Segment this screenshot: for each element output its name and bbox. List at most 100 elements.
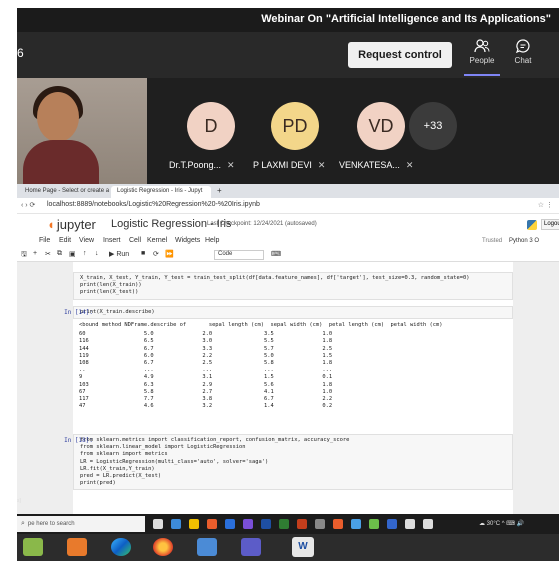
- menu-insert[interactable]: Insert: [103, 237, 121, 244]
- menu-kernel[interactable]: Kernel: [147, 237, 167, 244]
- paste-icon[interactable]: ▣: [69, 250, 76, 258]
- host-dock: W: [17, 534, 559, 561]
- jupyter-logo-text: jupyter: [56, 217, 96, 232]
- browser-tab-notebook[interactable]: Logistic Regression - Iris - Jupyt: [111, 186, 211, 198]
- checkpoint-status: Last Checkpoint: 12/24/2021 (autosaved): [207, 221, 317, 227]
- save-icon[interactable]: 🖫: [21, 250, 27, 261]
- chrome-icon[interactable]: [207, 519, 217, 529]
- code-line: print(len(X_test)): [80, 289, 139, 296]
- word-taskbar-icon[interactable]: [261, 519, 271, 529]
- jupyter-toolbar: 🖫 + ✂ ⧉ ▣ ↑ ↓ ▶ Run ■ ⟳ ⏩ Code ⌨: [17, 248, 559, 262]
- output-line: 47 4.6 3.2 1.4 0.2: [79, 403, 333, 410]
- chat-button[interactable]: Chat: [505, 36, 541, 76]
- cell-prompt: In [18]:: [64, 437, 93, 444]
- restart-icon[interactable]: ⟳: [153, 250, 159, 258]
- menu-file[interactable]: File: [39, 237, 50, 244]
- system-tray[interactable]: ☁ 30°C ^ ⌨ 🔊: [479, 520, 524, 527]
- insert-cell-icon[interactable]: +: [33, 250, 37, 257]
- output-line: 117 7.7 3.8 6.7 2.2: [79, 396, 333, 403]
- temperature-text: 30°C: [486, 521, 501, 527]
- cell-input[interactable]: from sklearn.metrics import classificati…: [73, 434, 513, 491]
- menu-edit[interactable]: Edit: [59, 237, 71, 244]
- code-line: from sklearn import metrics: [80, 451, 168, 458]
- cut-icon[interactable]: ✂: [45, 250, 51, 258]
- meeting-timer: 6: [17, 46, 24, 60]
- participant-name: Dr.T.Poong... ✕: [169, 160, 255, 171]
- app-taskbar-icon[interactable]: [423, 519, 433, 529]
- taskbar-search[interactable]: ⌕ pe here to search: [17, 516, 145, 532]
- code-cell[interactable]: X_train, X_test, Y_train, Y_test = train…: [73, 272, 513, 300]
- participant-name-text: Dr.T.Poong...: [169, 160, 222, 170]
- task-view-icon[interactable]: [153, 519, 163, 529]
- teams-meeting-window: Webinar On "Artificial Intelligence and …: [17, 8, 559, 561]
- output-line: .. ... ... ... ...: [79, 367, 333, 374]
- code-line: from sklearn.linear_model import Logisti…: [80, 444, 246, 451]
- edge-dock-icon[interactable]: [111, 538, 131, 556]
- teams-taskbar-icon[interactable]: [243, 519, 253, 529]
- app-dock-icon[interactable]: [23, 538, 43, 556]
- mic-muted-icon: ✕: [317, 160, 326, 170]
- app-taskbar-icon[interactable]: [369, 519, 379, 529]
- code-line: print(len(X_train)): [80, 282, 142, 289]
- word-dock-icon[interactable]: W: [292, 537, 314, 557]
- app-taskbar-icon[interactable]: [405, 519, 415, 529]
- mic-muted-icon: ✕: [405, 160, 414, 170]
- browser-actions-icon[interactable]: ☆ ⋮: [538, 201, 553, 209]
- menu-view[interactable]: View: [79, 237, 94, 244]
- cell-input[interactable]: X_train, X_test, Y_train, Y_test = train…: [73, 272, 513, 300]
- teams-dock-icon[interactable]: [241, 538, 261, 556]
- cell-input[interactable]: print(X_train.describe): [73, 306, 513, 320]
- output-line: 144 6.7 3.3 5.7 2.5: [79, 345, 333, 352]
- move-down-icon[interactable]: ↓: [95, 250, 99, 257]
- store-icon[interactable]: [225, 519, 235, 529]
- menu-widgets[interactable]: Widgets: [175, 237, 200, 244]
- teams-title-bar: Webinar On "Artificial Intelligence and …: [17, 8, 559, 32]
- cell-type-select[interactable]: Code: [214, 250, 264, 260]
- output-line: 67 5.8 2.7 4.1 1.0: [79, 388, 333, 395]
- participant-tile[interactable]: PD P LAXMI DEVI ✕: [253, 78, 339, 184]
- chrome-dock-icon[interactable]: [197, 538, 217, 556]
- excel-taskbar-icon[interactable]: [279, 519, 289, 529]
- mic-muted-icon: ✕: [227, 160, 235, 170]
- menu-cell[interactable]: Cell: [129, 237, 141, 244]
- app-taskbar-icon[interactable]: [351, 519, 361, 529]
- more-participants-badge[interactable]: +33: [409, 102, 457, 150]
- request-control-button[interactable]: Request control: [348, 42, 452, 68]
- new-tab-button[interactable]: +: [215, 186, 227, 198]
- app-taskbar-icon[interactable]: [315, 519, 325, 529]
- file-explorer-icon[interactable]: [189, 519, 199, 529]
- notebook-area: X_train, X_test, Y_train, Y_test = train…: [17, 262, 559, 514]
- run-button[interactable]: ▶ Run: [109, 250, 129, 258]
- meeting-title: Webinar On "Artificial Intelligence and …: [261, 13, 551, 25]
- trusted-indicator[interactable]: Trusted: [482, 238, 502, 244]
- restart-run-all-icon[interactable]: ⏩: [165, 250, 174, 258]
- jupyter-logo-icon: ◖: [47, 217, 55, 232]
- code-cell[interactable]: In [14]: print(X_train.describe): [64, 306, 513, 320]
- edge-icon[interactable]: [171, 519, 181, 529]
- code-cell[interactable]: In [18]: from sklearn.metrics import cla…: [64, 434, 513, 491]
- windows-taskbar: ⌕ pe here to search ☁ 30°C ^ ⌨ 🔊: [17, 514, 559, 534]
- command-palette-icon[interactable]: ⌨: [271, 250, 281, 258]
- menu-help[interactable]: Help: [205, 237, 219, 244]
- teams-meeting-toolbar: 6 Request control People Chat: [17, 32, 559, 78]
- logout-button[interactable]: Logout: [541, 219, 559, 230]
- browser-tab-home[interactable]: Home Page - Select or create a: [19, 186, 109, 198]
- nav-arrows-icon[interactable]: ‹ › ⟳: [21, 201, 35, 209]
- move-up-icon[interactable]: ↑: [83, 250, 87, 257]
- participant-name: VENKATESA... ✕: [339, 160, 425, 171]
- firefox-dock-icon[interactable]: [153, 538, 173, 556]
- participant-name: P LAXMI DEVI ✕: [253, 160, 339, 171]
- jupyter-taskbar-icon[interactable]: [333, 519, 343, 529]
- app-dock-icon[interactable]: [67, 538, 87, 556]
- jupyter-logo[interactable]: ◖ jupyter: [47, 217, 96, 232]
- people-button[interactable]: People: [464, 36, 500, 76]
- interrupt-icon[interactable]: ■: [141, 250, 145, 257]
- app-taskbar-icon[interactable]: [387, 519, 397, 529]
- output-line: 108 6.7 2.5 5.8 1.8: [79, 360, 333, 367]
- participant-avatar: D: [187, 102, 235, 150]
- url-field[interactable]: localhost:8889/notebooks/Logistic%20Regr…: [47, 201, 260, 208]
- person-head: [37, 92, 79, 142]
- participant-tile[interactable]: D Dr.T.Poong... ✕: [169, 78, 255, 184]
- powerpoint-taskbar-icon[interactable]: [297, 519, 307, 529]
- copy-icon[interactable]: ⧉: [57, 250, 62, 258]
